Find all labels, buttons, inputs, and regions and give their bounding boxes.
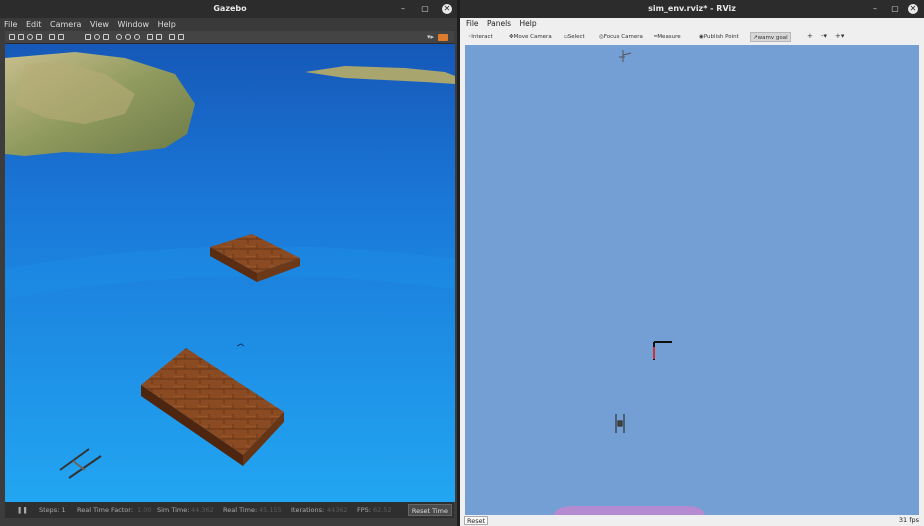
focus-camera-tool-label: Focus Camera — [603, 34, 643, 40]
gazebo-statusbar: ❚❚ Steps: 1 Real Time Factor: 1.00 Sim T… — [5, 502, 454, 518]
menu-help[interactable]: Help — [519, 18, 536, 29]
rviz-titlebar: sim_env.rviz* - RViz – ▢ ✕ — [460, 0, 924, 18]
select-mode-icon[interactable] — [9, 34, 15, 40]
rviz-toolbar: ◦Interact ✥Move Camera ▫Select ◎Focus Ca… — [463, 29, 921, 45]
menu-help[interactable]: Help — [158, 18, 176, 31]
sim-time-value: 44.362 — [191, 506, 214, 514]
select-tool-button[interactable]: ▫Select — [562, 32, 587, 42]
rviz-window-title: sim_env.rviz* - RViz — [648, 4, 736, 13]
steps-label: Steps: 1 — [39, 506, 66, 514]
sim-time-label: Sim Time: — [157, 506, 190, 514]
menu-view[interactable]: View — [90, 18, 109, 31]
fps-label: FPS: — [357, 506, 371, 514]
spot-light-icon[interactable] — [125, 34, 131, 40]
interact-tool-button[interactable]: ◦Interact — [466, 32, 495, 42]
gazebo-window-title: Gazebo — [213, 4, 247, 13]
measure-tool-label: Measure — [657, 34, 681, 40]
rviz-render-view[interactable] — [465, 45, 919, 515]
scale-mode-icon[interactable] — [36, 34, 42, 40]
iterations-label: Iterations: — [291, 506, 325, 514]
box-shape-icon[interactable] — [85, 34, 91, 40]
directional-light-icon[interactable] — [134, 34, 140, 40]
rtf-label: Real Time Factor: — [77, 506, 134, 514]
measure-tool-button[interactable]: ═Measure — [652, 32, 683, 42]
real-time-value: 45.155 — [259, 506, 282, 514]
iterations-value: 44362 — [327, 506, 348, 514]
focus-camera-tool-button[interactable]: ◎Focus Camera — [597, 32, 645, 42]
real-time-label: Real Time: — [223, 506, 258, 514]
gazebo-3d-scene[interactable] — [5, 44, 455, 502]
screenshot-icon[interactable] — [438, 34, 448, 41]
maximize-icon[interactable]: ▢ — [890, 4, 900, 14]
snap-icon[interactable] — [178, 34, 184, 40]
interact-tool-label: Interact — [471, 34, 493, 40]
select-tool-label: Select — [567, 34, 585, 40]
minimize-icon[interactable]: – — [398, 4, 408, 14]
align-icon[interactable] — [169, 34, 175, 40]
scene-render — [5, 44, 455, 502]
gazebo-toolbar: ▾▸ — [5, 31, 454, 44]
robot-footprint-shape — [553, 506, 705, 515]
rviz-render — [553, 50, 705, 515]
wamv-goal-tool-button[interactable]: ↗wamv goal — [750, 32, 791, 42]
menu-file[interactable]: File — [4, 18, 17, 31]
menu-window[interactable]: Window — [117, 18, 149, 31]
point-light-icon[interactable] — [116, 34, 122, 40]
minimize-icon[interactable]: – — [870, 4, 880, 14]
gazebo-window: Gazebo – ▢ ✕ File Edit Camera View Windo… — [0, 0, 460, 526]
toolbar-chevron-icon[interactable]: ▾▸ — [427, 33, 434, 41]
menu-edit[interactable]: Edit — [26, 18, 42, 31]
rotate-mode-icon[interactable] — [27, 34, 33, 40]
paste-icon[interactable] — [156, 34, 162, 40]
undo-icon[interactable] — [49, 34, 55, 40]
tool-properties-icon[interactable]: +▾ — [835, 32, 844, 40]
reset-button[interactable]: Reset — [464, 516, 489, 525]
publish-point-tool-label: Publish Point — [703, 34, 739, 40]
publish-point-tool-button[interactable]: ◉Publish Point — [697, 32, 741, 42]
translate-mode-icon[interactable] — [18, 34, 24, 40]
close-icon[interactable]: ✕ — [442, 4, 452, 14]
copy-icon[interactable] — [147, 34, 153, 40]
rtf-value: 1.00 — [137, 506, 152, 514]
move-camera-tool-label: Move Camera — [513, 34, 552, 40]
pause-icon[interactable]: ❚❚ — [17, 502, 28, 518]
frame-axes-marker — [653, 341, 672, 360]
maximize-icon[interactable]: ▢ — [420, 4, 430, 14]
menu-camera[interactable]: Camera — [50, 18, 81, 31]
cylinder-shape-icon[interactable] — [103, 34, 109, 40]
sphere-shape-icon[interactable] — [94, 34, 100, 40]
gazebo-bottom-edge — [0, 518, 460, 526]
rviz-menubar: File Panels Help — [460, 18, 924, 29]
wamv-boat-marker — [615, 414, 625, 433]
wamv-goal-tool-label: wamv goal — [757, 35, 788, 41]
gazebo-titlebar: Gazebo – ▢ ✕ — [0, 0, 460, 18]
sensor-marker — [619, 50, 632, 62]
rviz-statusbar: Reset 31 fps — [460, 515, 924, 526]
remove-tool-icon[interactable]: -▾ — [821, 32, 827, 40]
menu-file[interactable]: File — [466, 18, 479, 29]
redo-icon[interactable] — [58, 34, 64, 40]
close-icon[interactable]: ✕ — [908, 4, 918, 14]
reset-time-button[interactable]: Reset Time — [407, 504, 452, 516]
move-camera-tool-button[interactable]: ✥Move Camera — [507, 32, 554, 42]
gazebo-menubar: File Edit Camera View Window Help — [0, 18, 460, 31]
rviz-window: sim_env.rviz* - RViz – ▢ ✕ File Panels H… — [460, 0, 924, 526]
menu-panels[interactable]: Panels — [487, 18, 511, 29]
fps-value: 62.52 — [373, 506, 392, 514]
fps-readout: 31 fps — [898, 516, 919, 524]
add-tool-icon[interactable]: + — [807, 32, 813, 40]
